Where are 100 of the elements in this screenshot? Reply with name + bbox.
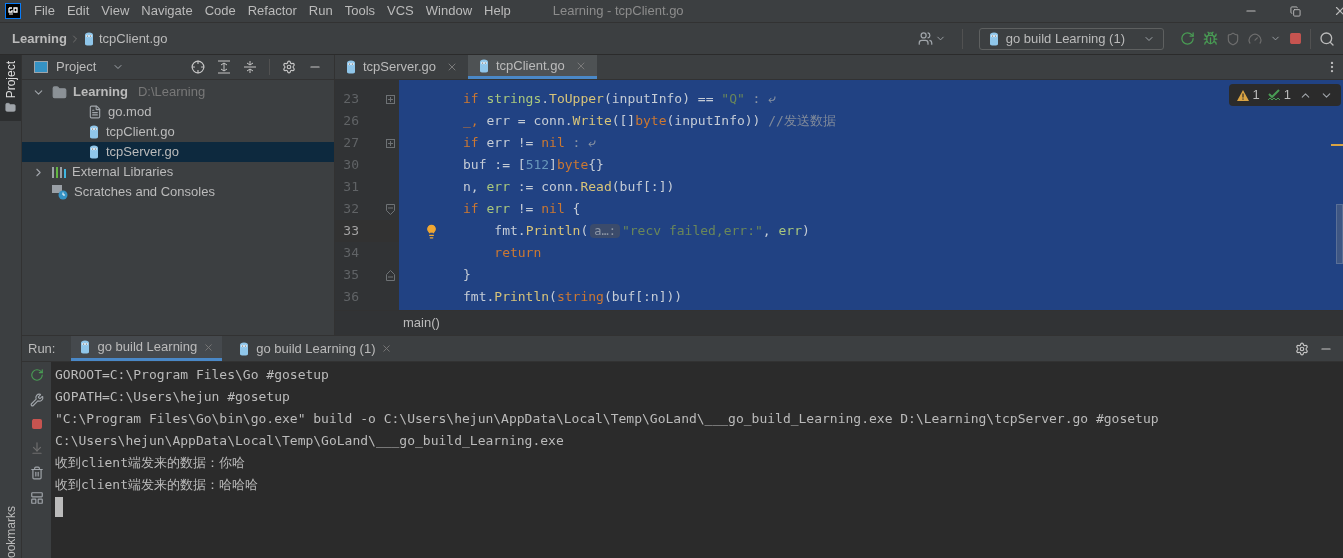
code-line: } (463, 266, 471, 285)
console-line: 收到client端发来的数据：哈哈哈 (55, 476, 258, 494)
app-logo (5, 3, 21, 19)
run-tab[interactable]: go build Learning (1) (230, 336, 401, 361)
menu-item[interactable]: Run (302, 1, 339, 21)
run-config-dropdown[interactable]: go build Learning (1) (978, 27, 1164, 50)
code-line: buf := [512]byte{} (463, 156, 604, 175)
close-tab-icon[interactable] (446, 61, 458, 73)
run-tab[interactable]: go build Learning (71, 336, 223, 361)
restore-icon[interactable] (1290, 5, 1301, 17)
editor-tab[interactable]: tcpServer.go (335, 55, 468, 79)
menu-item[interactable]: Code (198, 1, 242, 21)
editor-tab[interactable]: tcpClient.go (468, 55, 597, 79)
clear-icon[interactable] (29, 466, 44, 480)
close-tab-icon[interactable] (203, 341, 215, 353)
locate-icon[interactable] (191, 60, 205, 74)
typo-count: 1 (1283, 86, 1291, 105)
stop-icon[interactable] (1289, 32, 1302, 45)
gopher-file-icon (345, 60, 357, 74)
panel-icon (34, 61, 48, 73)
window-title: Learning - tcpClient.go (552, 2, 684, 21)
tree-label: tcpServer.go (106, 143, 179, 162)
menu-item[interactable]: Navigate (135, 1, 199, 21)
panel-title: Run: (28, 339, 56, 358)
breadcrumb-item[interactable]: tcpClient.go (98, 28, 168, 49)
gopher-file-icon (478, 58, 490, 73)
warning-icon (1236, 89, 1249, 101)
user-icon[interactable] (917, 31, 933, 46)
rerun-icon[interactable] (29, 368, 44, 382)
console-line: C:\Users\hejun\AppData\Local\Temp\GoLand\___go_build_Learning.exe (55, 432, 564, 450)
debug-icon[interactable] (1203, 31, 1218, 46)
tree-label: go.mod (108, 103, 152, 122)
fold-collapsed-icon[interactable] (385, 138, 395, 148)
gopher-file-icon (88, 145, 100, 159)
gopher-file-icon (82, 31, 95, 46)
stop-icon[interactable] (30, 418, 43, 430)
tree-label: Scratches and Consoles (74, 183, 215, 202)
code-line: n, err := conn.Read(buf[:]) (463, 178, 675, 197)
text-cursor (55, 497, 63, 517)
tree-item[interactable]: go.mod (22, 102, 334, 122)
code-line: _, err = conn.Write([]byte(inputInfo)) //发送数据 (463, 112, 836, 131)
code-line: fmt.Println(string(buf[:n])) (463, 288, 683, 307)
tree-item[interactable]: tcpServer.go (22, 142, 334, 162)
code-line: fmt.Println( a…: "recv failed,err:", err) (493, 222, 810, 241)
menu-item[interactable]: Tools (338, 1, 382, 21)
gopher-file-icon (238, 341, 251, 356)
close-icon[interactable] (1333, 4, 1343, 18)
folder-icon (5, 102, 16, 114)
menu-item[interactable]: Edit (60, 1, 96, 21)
tree-label: Learning (73, 83, 128, 102)
library-icon (52, 166, 66, 178)
fold-open-icon[interactable] (385, 203, 395, 215)
expand-all-icon[interactable] (217, 60, 231, 74)
profile-icon[interactable] (1248, 31, 1262, 46)
breadcrumb-item[interactable]: main() (403, 313, 440, 333)
tree-item[interactable]: tcpClient.go (22, 122, 334, 142)
code-line: if strings.ToUpper(inputInfo) == "Q" : ⤶ (463, 90, 776, 109)
code-line: if err != nil : ⤶ (463, 134, 596, 153)
code-line: if err != nil { (463, 200, 581, 219)
inspection-widget[interactable]: 1 1 (1228, 84, 1341, 106)
gopher-file-icon (88, 125, 100, 139)
scratch-icon (52, 184, 68, 200)
tree-item[interactable]: Learning D:\Learning (22, 82, 334, 102)
menu-item[interactable]: File (28, 1, 61, 21)
wrench-icon[interactable] (29, 393, 44, 407)
tree-item[interactable]: Scratches and Consoles (22, 182, 334, 202)
coverage-icon[interactable] (1226, 31, 1240, 46)
tool-window-tab[interactable]: ookmarks (4, 506, 17, 558)
fold-close-icon[interactable] (385, 269, 395, 281)
console-line: 收到client端发来的数据：你哈 (55, 454, 245, 472)
console-line: GOPATH=C:\Users\hejun #gosetup (55, 388, 290, 406)
fold-collapsed-icon[interactable] (385, 94, 395, 104)
breadcrumb-item[interactable]: Learning (12, 28, 67, 49)
tree-label: tcpClient.go (106, 123, 175, 142)
menu-item[interactable]: Help (478, 1, 517, 21)
folder-icon (52, 84, 67, 100)
menu-item[interactable]: VCS (381, 1, 420, 21)
scroll-to-end-icon[interactable] (29, 441, 44, 455)
rerun-icon[interactable] (1180, 31, 1195, 46)
warning-count: 1 (1252, 86, 1260, 105)
search-icon[interactable] (1319, 30, 1335, 47)
close-tab-icon[interactable] (381, 343, 393, 354)
console-line: GOROOT=C:\Program Files\Go #gosetup (55, 366, 329, 384)
layout-icon[interactable] (29, 491, 44, 505)
code-line: return (493, 244, 542, 263)
collapse-all-icon[interactable] (243, 60, 257, 74)
scrollbar-thumb[interactable] (1336, 204, 1343, 264)
file-icon (88, 105, 102, 119)
menu-item[interactable]: Window (419, 1, 479, 21)
typo-icon (1267, 89, 1280, 101)
tree-item[interactable]: External Libraries (22, 162, 334, 182)
console-line: "C:\Program Files\Go\bin\go.exe" build -o C:\Users\hejun\AppData\Local\Temp\GoLand\___go_build_Learning.exe D:\Learning\tcpServer.go #gosetup (55, 410, 1159, 428)
settings-icon[interactable] (1295, 341, 1309, 356)
gopher-file-icon (79, 340, 92, 354)
menu-item[interactable]: Refactor (241, 1, 303, 21)
settings-icon[interactable] (282, 60, 296, 74)
gopher-file-icon (987, 31, 1000, 46)
tree-label: External Libraries (72, 163, 174, 182)
menu-item[interactable]: View (95, 1, 136, 21)
panel-title[interactable]: Project (56, 57, 97, 77)
